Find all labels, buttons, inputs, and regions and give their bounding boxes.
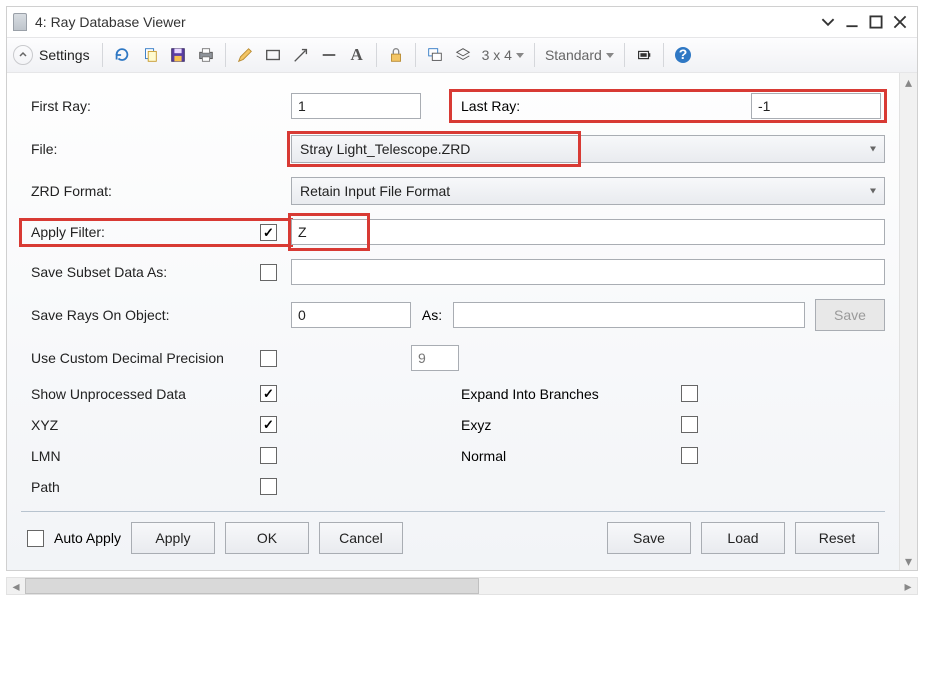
minimize-button[interactable]: [843, 13, 861, 31]
save-rays-obj-label: Save Rays On Object:: [21, 307, 291, 323]
scroll-left-icon[interactable]: ◂: [7, 578, 25, 595]
apply-filter-row: Apply Filter:: [21, 220, 291, 245]
style-label: Standard: [545, 47, 602, 63]
rectangle-icon[interactable]: [260, 42, 286, 68]
load-button[interactable]: Load: [701, 522, 785, 554]
auto-apply-checkbox[interactable]: [27, 530, 44, 547]
footer: Auto Apply Apply OK Cancel Save Load Res…: [21, 522, 885, 558]
lock-icon[interactable]: [383, 42, 409, 68]
help-icon[interactable]: ?: [670, 42, 696, 68]
refresh-icon[interactable]: [109, 42, 135, 68]
as-input[interactable]: [453, 302, 805, 328]
save-subset-label: Save Subset Data As:: [31, 264, 167, 280]
battery-icon[interactable]: [631, 42, 657, 68]
reset-button[interactable]: Reset: [795, 522, 879, 554]
close-button[interactable]: [891, 13, 909, 31]
lmn-checkbox[interactable]: [260, 447, 277, 464]
as-label: As:: [411, 307, 453, 323]
style-dropdown[interactable]: Standard: [541, 47, 618, 63]
last-ray-input[interactable]: [751, 93, 881, 119]
svg-text:?: ?: [679, 46, 688, 62]
horizontal-scrollbar[interactable]: ◂ ▸: [6, 577, 918, 595]
save-subset-input[interactable]: [291, 259, 885, 285]
xyz-label: XYZ: [31, 417, 58, 433]
auto-apply-label: Auto Apply: [54, 530, 121, 546]
save-subset-checkbox[interactable]: [260, 264, 277, 281]
save-rays-obj-input[interactable]: [291, 302, 411, 328]
pencil-icon[interactable]: [232, 42, 258, 68]
collapse-settings-icon[interactable]: [13, 45, 33, 65]
scroll-right-icon[interactable]: ▸: [899, 578, 917, 595]
toolbar: Settings A 3 x 4 Standard ?: [7, 37, 917, 73]
save-button[interactable]: Save: [607, 522, 691, 554]
save-rays-button[interactable]: Save: [815, 299, 885, 331]
expand-checkbox[interactable]: [681, 385, 698, 402]
show-unproc-checkbox[interactable]: [260, 385, 277, 402]
path-checkbox[interactable]: [260, 478, 277, 495]
first-ray-label: First Ray:: [21, 98, 291, 114]
file-value: Stray Light_Telescope.ZRD: [300, 141, 470, 157]
zrd-format-value: Retain Input File Format: [300, 183, 450, 199]
xyz-checkbox[interactable]: [260, 416, 277, 433]
use-precision-label: Use Custom Decimal Precision: [31, 350, 224, 366]
content-wrap: First Ray: Last Ray: File: Stray Light_T…: [7, 73, 917, 570]
grid-size-label: 3 x 4: [482, 47, 512, 63]
copy-icon[interactable]: [137, 42, 163, 68]
window-title: 4: Ray Database Viewer: [35, 14, 813, 30]
database-icon: [13, 13, 27, 31]
precision-input[interactable]: [411, 345, 459, 371]
text-icon[interactable]: A: [344, 42, 370, 68]
scroll-down-icon[interactable]: ▾: [900, 552, 917, 570]
form-area: First Ray: Last Ray: File: Stray Light_T…: [21, 91, 885, 512]
path-label: Path: [31, 479, 60, 495]
ok-button[interactable]: OK: [225, 522, 309, 554]
grid-size-dropdown[interactable]: 3 x 4: [478, 47, 528, 63]
zrd-format-label: ZRD Format:: [21, 183, 291, 199]
apply-filter-label: Apply Filter:: [31, 224, 105, 240]
scroll-track[interactable]: [25, 578, 899, 594]
zrd-format-select[interactable]: Retain Input File Format: [291, 177, 885, 205]
settings-panel: First Ray: Last Ray: File: Stray Light_T…: [7, 73, 899, 570]
save-icon[interactable]: [165, 42, 191, 68]
apply-filter-input[interactable]: [291, 219, 885, 245]
scroll-thumb[interactable]: [25, 578, 479, 594]
arrow-icon[interactable]: [288, 42, 314, 68]
window-frame: 4: Ray Database Viewer Settings A 3 x 4 …: [6, 6, 918, 571]
scroll-up-icon[interactable]: ▴: [900, 73, 917, 91]
expand-label: Expand Into Branches: [461, 386, 681, 402]
dropdown-button[interactable]: [819, 13, 837, 31]
print-icon[interactable]: [193, 42, 219, 68]
exyz-checkbox[interactable]: [681, 416, 698, 433]
lmn-label: LMN: [31, 448, 61, 464]
exyz-label: Exyz: [461, 417, 681, 433]
apply-button[interactable]: Apply: [131, 522, 215, 554]
cancel-button[interactable]: Cancel: [319, 522, 403, 554]
normal-label: Normal: [461, 448, 681, 464]
show-unproc-label: Show Unprocessed Data: [31, 386, 186, 402]
line-icon[interactable]: [316, 42, 342, 68]
windows-icon[interactable]: [422, 42, 448, 68]
layers-icon[interactable]: [450, 42, 476, 68]
use-precision-checkbox[interactable]: [260, 350, 277, 367]
apply-filter-checkbox[interactable]: [260, 224, 277, 241]
file-label: File:: [21, 141, 291, 157]
first-ray-input[interactable]: [291, 93, 421, 119]
file-select[interactable]: Stray Light_Telescope.ZRD: [291, 135, 885, 163]
last-ray-label: Last Ray:: [455, 98, 655, 114]
title-bar: 4: Ray Database Viewer: [7, 7, 917, 37]
settings-label: Settings: [39, 47, 90, 63]
maximize-button[interactable]: [867, 13, 885, 31]
normal-checkbox[interactable]: [681, 447, 698, 464]
vertical-scrollbar[interactable]: ▴ ▾: [899, 73, 917, 570]
